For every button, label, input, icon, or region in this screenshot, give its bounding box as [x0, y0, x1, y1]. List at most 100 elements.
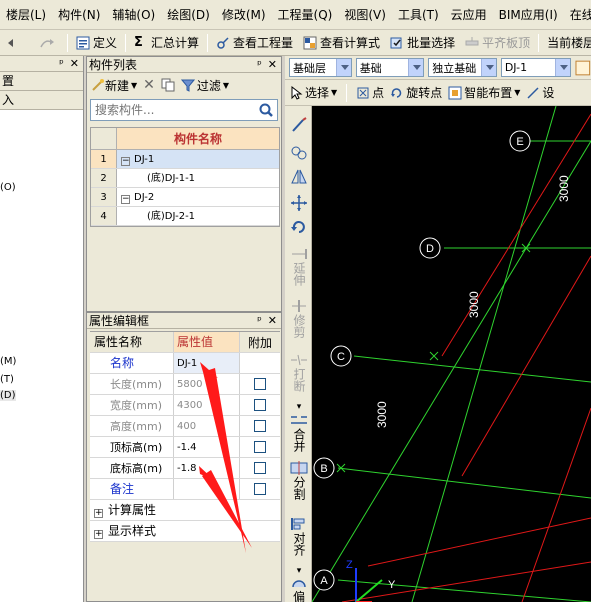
prop-value-input[interactable]: DJ-1: [174, 353, 240, 373]
chevron-down-icon[interactable]: [555, 59, 571, 76]
align-label[interactable]: 对齐: [289, 532, 309, 559]
align-icon[interactable]: [289, 516, 309, 532]
property-group-calc[interactable]: + 计算属性: [90, 500, 280, 521]
prop-value-input[interactable]: 4300: [174, 395, 240, 415]
property-row-height[interactable]: 高度(mm) 400: [90, 416, 280, 437]
offset-label[interactable]: 偏: [289, 590, 309, 602]
prop-value-input[interactable]: -1.4: [174, 437, 240, 457]
menu-modify[interactable]: 修改(M): [216, 0, 272, 29]
settings-button[interactable]: 设: [526, 84, 554, 101]
expand-icon[interactable]: +: [94, 509, 103, 518]
menu-cloud[interactable]: 云应用: [445, 0, 493, 29]
menu-tools[interactable]: 工具(T): [392, 0, 445, 29]
element-type-select[interactable]: 独立基础: [428, 58, 497, 77]
flatten-slab-button[interactable]: 平齐板顶: [460, 32, 535, 54]
menu-online-service[interactable]: 在线服务: [564, 0, 591, 29]
redo-button[interactable]: [32, 32, 64, 54]
undo-button[interactable]: [0, 32, 32, 54]
rotate-point-button[interactable]: 旋转点: [390, 84, 442, 101]
axis-bubble-e[interactable]: E: [509, 130, 531, 152]
axis-bubble-d[interactable]: D: [419, 237, 441, 259]
prop-value-input[interactable]: [174, 479, 240, 499]
expand-icon[interactable]: +: [94, 530, 103, 539]
menu-draw[interactable]: 绘图(D): [161, 0, 216, 29]
brush-icon[interactable]: [289, 116, 309, 134]
nav-item[interactable]: (M): [0, 356, 16, 367]
property-row-name[interactable]: 名称 DJ-1: [90, 353, 280, 374]
define-button[interactable]: 定义: [71, 32, 122, 54]
nav-row-setting[interactable]: 置: [0, 72, 83, 91]
extra-checkbox[interactable]: [254, 462, 266, 474]
sum-calc-button[interactable]: Σ 汇总计算: [129, 32, 204, 54]
collapse-icon[interactable]: −: [121, 157, 130, 166]
extra-checkbox[interactable]: [254, 441, 266, 453]
collapse-icon[interactable]: −: [121, 195, 130, 204]
prop-value-input[interactable]: -1.8: [174, 458, 240, 478]
batch-select-button[interactable]: 批量选择: [385, 32, 460, 54]
split-icon[interactable]: [289, 460, 309, 476]
search-icon[interactable]: [256, 101, 276, 119]
nav-item[interactable]: (T): [0, 374, 14, 385]
property-row-top-elevation[interactable]: 顶标高(m) -1.4: [90, 437, 280, 458]
extra-checkbox[interactable]: [254, 378, 266, 390]
close-icon[interactable]: ✕: [268, 58, 277, 71]
layer-type-select[interactable]: 基础层: [289, 58, 352, 77]
extra-checkbox[interactable]: [254, 399, 266, 411]
table-row[interactable]: 2 (底)DJ-1-1: [91, 169, 279, 188]
select-button[interactable]: 选择 ▼: [291, 84, 337, 101]
move-icon[interactable]: [289, 194, 309, 212]
table-row[interactable]: 1 − DJ-1: [91, 150, 279, 169]
menu-component[interactable]: 构件(N): [52, 0, 106, 29]
axis-bubble-c[interactable]: C: [330, 345, 352, 367]
view-formula-button[interactable]: 查看计算式: [298, 32, 385, 54]
rotate-tool-icon[interactable]: [289, 218, 309, 236]
break-icon[interactable]: [289, 352, 309, 368]
property-row-remark[interactable]: 备注: [90, 479, 280, 500]
new-button[interactable]: 新建 ▼: [91, 77, 137, 94]
pin-icon[interactable]: ᵖ: [257, 314, 262, 327]
split-label[interactable]: 分割: [289, 476, 309, 503]
properties-icon[interactable]: [575, 60, 591, 76]
merge-label[interactable]: 合并: [289, 428, 309, 455]
table-row[interactable]: 3 − DJ-2: [91, 188, 279, 207]
close-icon[interactable]: ✕: [70, 57, 79, 70]
chevron-down-icon[interactable]: [480, 59, 496, 76]
menu-view[interactable]: 视图(V): [338, 0, 392, 29]
nav-item[interactable]: (O): [0, 182, 16, 193]
pin-icon[interactable]: ᵖ: [257, 58, 262, 71]
trim-icon[interactable]: [289, 298, 309, 314]
merge-icon[interactable]: [289, 412, 309, 428]
element-select[interactable]: DJ-1: [500, 58, 572, 77]
offset-icon[interactable]: [289, 576, 309, 590]
table-row[interactable]: 4 (底)DJ-2-1: [91, 207, 279, 226]
menu-aux-axis[interactable]: 辅轴(O): [106, 0, 161, 29]
menu-quantity[interactable]: 工程量(Q): [272, 0, 339, 29]
menu-bim[interactable]: BIM应用(I): [493, 0, 564, 29]
property-row-width[interactable]: 宽度(mm) 4300: [90, 395, 280, 416]
category-select[interactable]: 基础: [355, 58, 425, 77]
pin-icon[interactable]: ᵖ: [59, 57, 64, 70]
copy-icon[interactable]: [161, 78, 175, 92]
extend-icon[interactable]: [289, 246, 309, 262]
filter-button[interactable]: 过滤 ▼: [180, 77, 229, 94]
prop-value-input[interactable]: 400: [174, 416, 240, 436]
break-label[interactable]: 打断: [289, 368, 309, 395]
mirror-icon[interactable]: [289, 168, 309, 186]
property-row-bottom-elevation[interactable]: 底标高(m) -1.8: [90, 458, 280, 479]
axis-bubble-a[interactable]: A: [313, 569, 335, 591]
extra-checkbox[interactable]: [254, 483, 266, 495]
property-group-display[interactable]: + 显示样式: [90, 521, 280, 542]
drawing-canvas[interactable]: E D C B A 3000 3000 3000 Z Y: [312, 106, 591, 602]
prop-value-input[interactable]: 5800: [174, 374, 240, 394]
point-button[interactable]: 点: [356, 84, 384, 101]
component-search-input[interactable]: [91, 100, 251, 120]
menu-floor[interactable]: 楼层(L): [0, 0, 52, 29]
extend-label[interactable]: 延伸: [289, 262, 309, 289]
chevron-down-icon[interactable]: [408, 59, 424, 76]
view-quantity-button[interactable]: 查看工程量: [211, 32, 298, 54]
nav-row-import[interactable]: 入: [0, 91, 83, 110]
mirror-copy-icon[interactable]: [289, 144, 309, 162]
nav-item-selected[interactable]: (D): [0, 390, 16, 401]
property-row-length[interactable]: 长度(mm) 5800: [90, 374, 280, 395]
chevron-down-icon[interactable]: [335, 59, 351, 76]
